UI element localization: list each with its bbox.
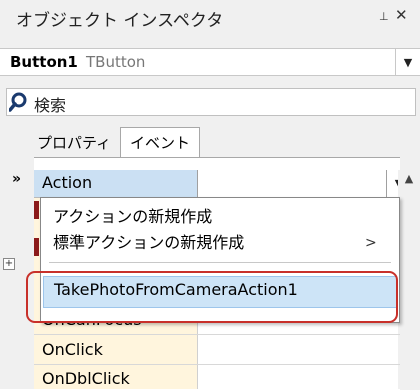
row-divider: [34, 364, 400, 365]
row-action[interactable]: Action ▼: [34, 170, 403, 198]
highlight-annotation: [26, 271, 398, 323]
row-action-name: Action: [42, 173, 93, 192]
chevron-down-icon[interactable]: ▼: [395, 49, 420, 75]
panel-title: オブジェクト インスペクタ: [16, 11, 224, 31]
search-placeholder: 検索: [34, 96, 67, 115]
component-type: TButton: [86, 53, 146, 71]
chevron-right-icon: >: [365, 235, 377, 251]
menu-item-new-standard-action[interactable]: 標準アクションの新規作成 >: [45, 230, 395, 256]
event-marker: [34, 201, 39, 219]
row-onclick[interactable]: OnClick: [42, 340, 103, 359]
search-input[interactable]: 検索: [6, 88, 416, 116]
expand-icon[interactable]: +: [3, 258, 15, 270]
component-selector[interactable]: Button1 TButton ▼: [0, 48, 420, 76]
row-divider: [34, 334, 400, 335]
search-icon: [9, 92, 27, 112]
menu-item-label: 標準アクションの新規作成: [53, 233, 245, 252]
menu-item-label: アクションの新規作成: [53, 207, 213, 226]
row-action-value[interactable]: ▼: [197, 170, 403, 197]
vertical-scrollbar[interactable]: ▲: [398, 170, 420, 389]
tab-properties[interactable]: プロパティ: [30, 130, 118, 156]
row-ondblclick[interactable]: OnDblClick: [42, 369, 130, 388]
close-icon[interactable]: ✕: [395, 6, 408, 24]
event-marker: [34, 238, 39, 256]
current-row-marker-icon: »: [12, 171, 22, 187]
component-name: Button1: [10, 53, 78, 71]
tab-events[interactable]: イベント: [120, 127, 200, 158]
pin-icon[interactable]: ⊥: [379, 10, 389, 23]
menu-item-new-action[interactable]: アクションの新規作成: [45, 204, 395, 230]
menu-separator: [49, 262, 391, 263]
scroll-up-icon[interactable]: ▲: [398, 172, 420, 185]
